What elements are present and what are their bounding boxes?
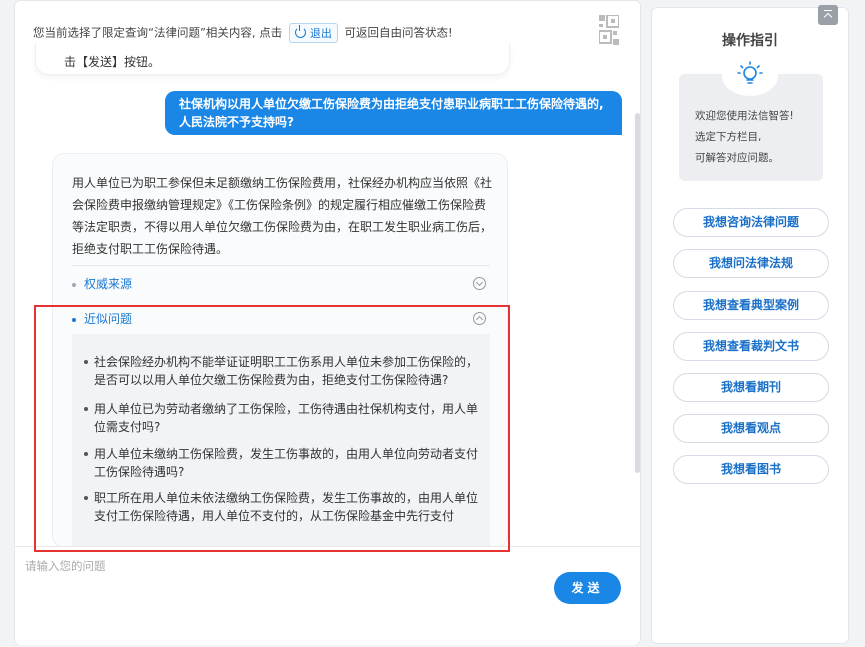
guide-panel: 操作指引 欢迎您使用法信智答! 选定下方栏目, 可解答对应问题。 我想咨询法律问…: [651, 7, 849, 644]
highlight-box: [34, 305, 510, 552]
welcome-line: 可解答对应问题。: [695, 152, 779, 164]
welcome-line: 欢迎您使用法信智答!: [695, 110, 794, 122]
guide-button-legal-question[interactable]: 我想咨询法律问题: [673, 208, 829, 237]
qr-code-icon[interactable]: [599, 15, 619, 47]
guide-button-typical-cases[interactable]: 我想查看典型案例: [673, 291, 829, 320]
divider: [72, 265, 490, 266]
guide-button-books[interactable]: 我想看图书: [673, 455, 829, 484]
authority-source-toggle[interactable]: 权威来源: [72, 275, 490, 295]
exit-button[interactable]: 退出: [288, 23, 338, 43]
welcome-text: 欢迎您使用法信智答! 选定下方栏目, 可解答对应问题。: [695, 106, 794, 169]
question-input[interactable]: [25, 557, 545, 575]
chevron-down-icon[interactable]: [473, 277, 486, 290]
lightbulb-icon: [722, 56, 778, 96]
guide-button-laws-regulations[interactable]: 我想问法律法规: [673, 249, 829, 278]
exit-label: 退出: [309, 27, 332, 40]
guide-button-journals[interactable]: 我想看期刊: [673, 373, 829, 402]
answer-text: 用人单位已为职工参保但未足额缴纳工伤保险费用，社保经办机构应当依照《社会保险费申…: [72, 176, 493, 256]
input-area: 发送: [15, 546, 640, 645]
previous-answer-tail-text: 击【发送】按钮。: [64, 55, 161, 69]
notice-prefix: 您当前选择了限定查询“法律问题”相关内容, 点击: [33, 25, 283, 40]
guide-button-viewpoints[interactable]: 我想看观点: [673, 414, 829, 443]
notice-text: 您当前选择了限定查询“法律问题”相关内容, 点击 退出 可返回自由问答状态!: [33, 23, 453, 43]
user-question-bubble: 社保机构以用人单位欠缴工伤保险费为由拒绝支付患职业病职工工伤保险待遇的,人民法院…: [165, 91, 622, 135]
send-button[interactable]: 发送: [554, 572, 621, 604]
power-icon: [294, 25, 306, 38]
guide-title: 操作指引: [722, 33, 778, 49]
guide-button-judgments[interactable]: 我想查看裁判文书: [673, 332, 829, 361]
collapse-panel-icon[interactable]: [818, 5, 838, 25]
notice-suffix: 可返回自由问答状态!: [344, 25, 453, 40]
chat-scrollbar[interactable]: [635, 113, 640, 473]
authority-source-label: 权威来源: [84, 277, 133, 291]
previous-answer-bubble: 击【发送】按钮。: [35, 43, 510, 75]
welcome-box: 欢迎您使用法信智答! 选定下方栏目, 可解答对应问题。: [679, 56, 823, 181]
welcome-line: 选定下方栏目,: [695, 131, 762, 143]
bullet-dot: [72, 282, 76, 287]
